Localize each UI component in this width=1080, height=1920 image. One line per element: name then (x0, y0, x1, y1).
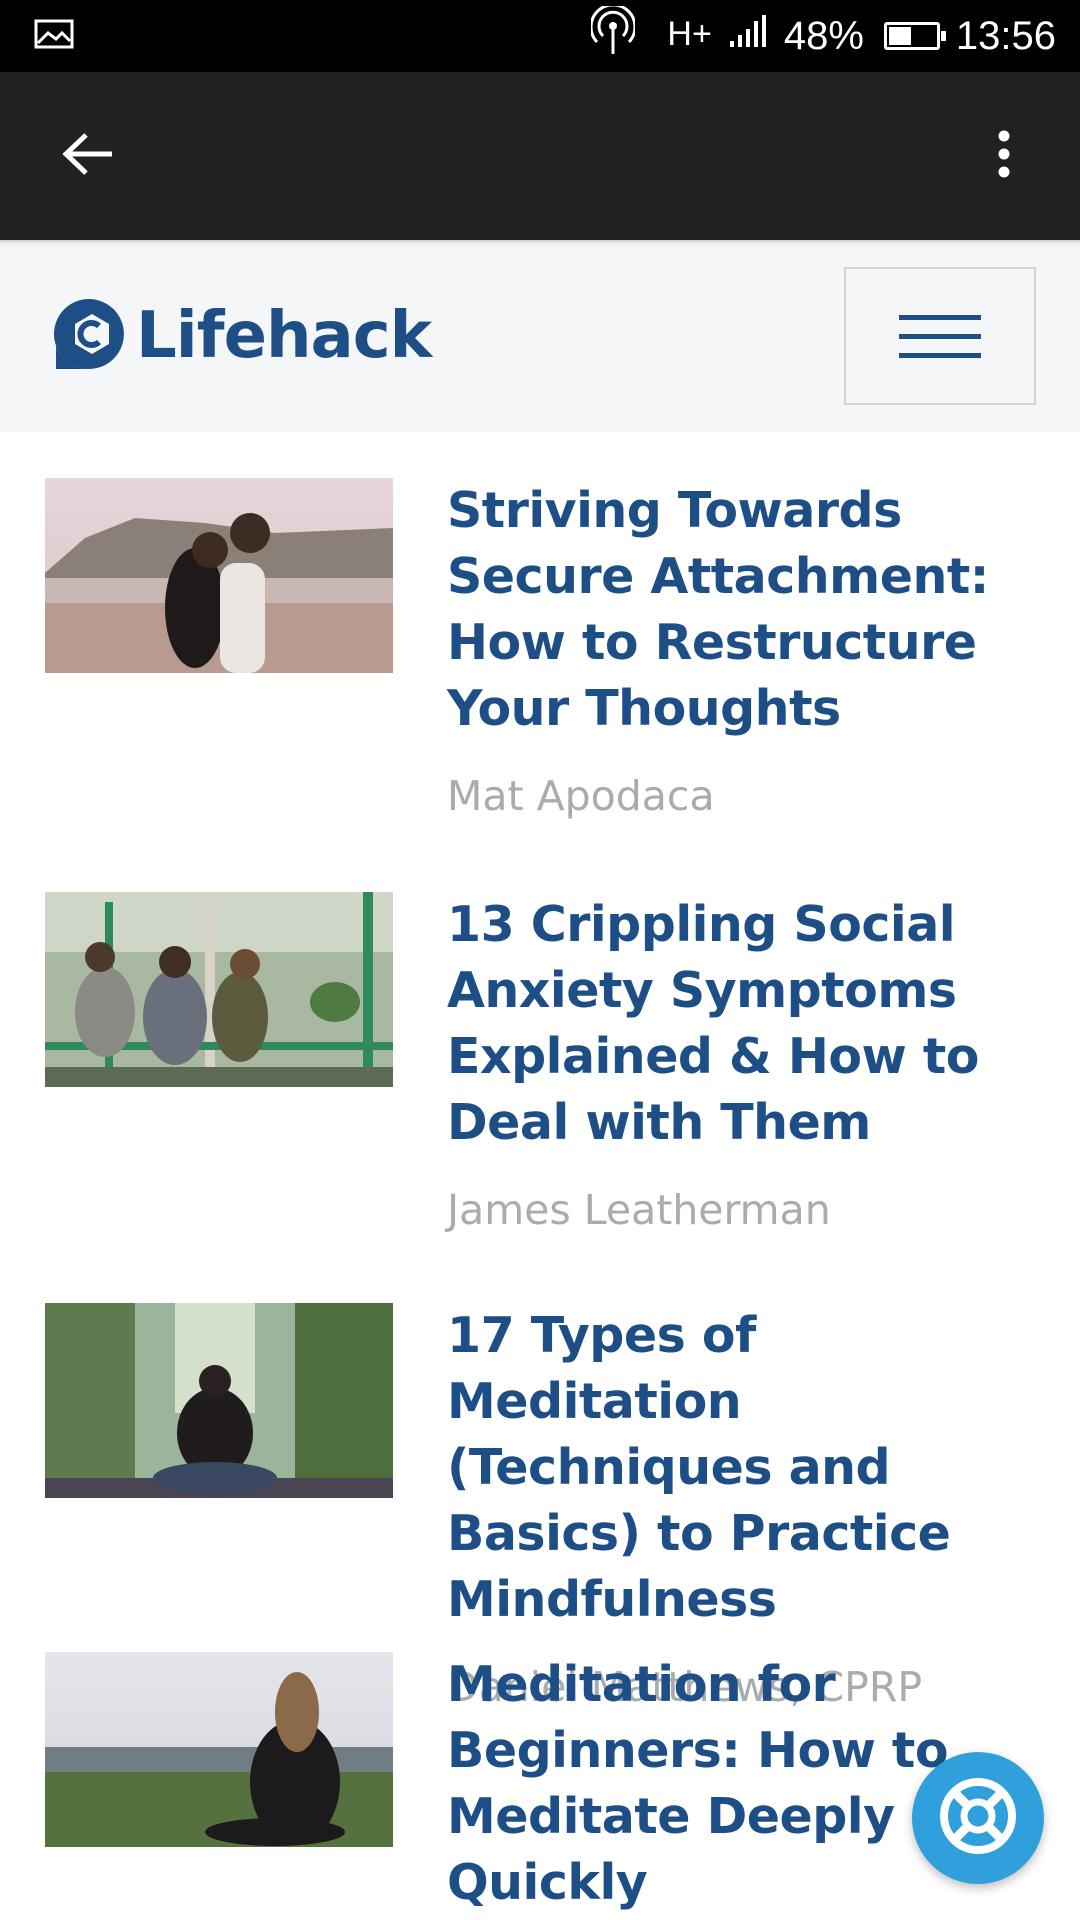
hamburger-icon-bar-top (899, 314, 981, 320)
back-button[interactable] (56, 124, 120, 188)
article-title[interactable]: Striving Towards Secure Attachment: How … (447, 478, 1047, 742)
menu-button[interactable] (844, 267, 1036, 405)
arrow-left-icon (62, 132, 114, 181)
signal-icon (728, 13, 768, 59)
battery-percent: 48% (783, 13, 864, 58)
article-thumbnail[interactable] (45, 478, 393, 673)
hotspot-icon (589, 3, 637, 66)
article-thumbnail[interactable] (45, 892, 393, 1087)
article-thumbnail[interactable] (45, 1652, 393, 1847)
article-thumbnail[interactable] (45, 1303, 393, 1498)
hamburger-icon-bar-middle (899, 333, 981, 339)
logo-text: Lifehack (136, 299, 432, 373)
help-fab-button[interactable] (912, 1752, 1044, 1884)
lifehack-logo-icon (52, 297, 126, 376)
article-title[interactable]: 13 Crippling Social Anxiety Symptoms Exp… (447, 892, 1047, 1156)
lifebuoy-icon (936, 1774, 1020, 1863)
overflow-menu-button[interactable] (972, 124, 1036, 188)
battery-icon (883, 22, 946, 50)
app-bar (0, 72, 1080, 240)
article-author[interactable]: James Leatherman (447, 1186, 1047, 1234)
battery-level-fill (888, 27, 911, 45)
clock: 13:56 (955, 13, 1056, 58)
more-vert-icon (996, 130, 1012, 183)
site-header: Lifehack (0, 240, 1080, 432)
network-h-plus-icon: H+ (667, 14, 712, 53)
image-icon (34, 19, 74, 54)
hamburger-icon-bar-bottom (899, 352, 981, 358)
status-bar: H+ 48% 13:56 (0, 0, 1080, 72)
article-title[interactable]: 17 Types of Meditation (Techniques and B… (447, 1303, 1047, 1633)
article-author[interactable]: Mat Apodaca (447, 772, 1047, 820)
lifehack-logo[interactable]: Lifehack (52, 297, 432, 376)
